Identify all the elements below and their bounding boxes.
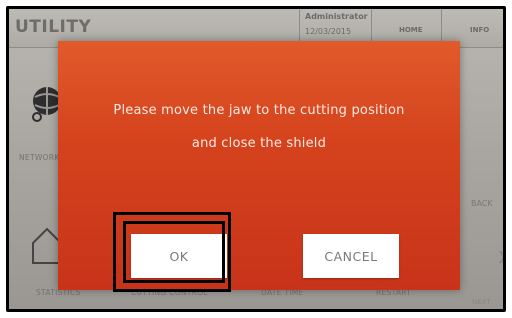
info-button[interactable]: INFO bbox=[470, 26, 489, 34]
chevron-right-icon[interactable]: ❯ bbox=[497, 249, 503, 263]
tile-label-network: NETWORK bbox=[19, 153, 60, 162]
dialog-message-line2: and close the shield bbox=[191, 136, 327, 151]
screen: UTILITY Administrator 12/03/2015 HOME IN… bbox=[9, 9, 503, 309]
user-info: Administrator 12/03/2015 bbox=[305, 12, 368, 36]
highlight-box-inner bbox=[123, 221, 225, 283]
app-title: UTILITY bbox=[15, 17, 92, 37]
back-button[interactable]: BACK bbox=[471, 199, 493, 208]
home-button[interactable]: HOME bbox=[399, 26, 423, 34]
next-button[interactable]: NEXT bbox=[472, 298, 491, 306]
user-name: Administrator bbox=[305, 12, 368, 21]
current-date: 12/03/2015 bbox=[305, 27, 352, 36]
cancel-button[interactable]: CANCEL bbox=[303, 234, 399, 278]
dialog-message-line1: Please move the jaw to the cutting posit… bbox=[113, 103, 405, 118]
